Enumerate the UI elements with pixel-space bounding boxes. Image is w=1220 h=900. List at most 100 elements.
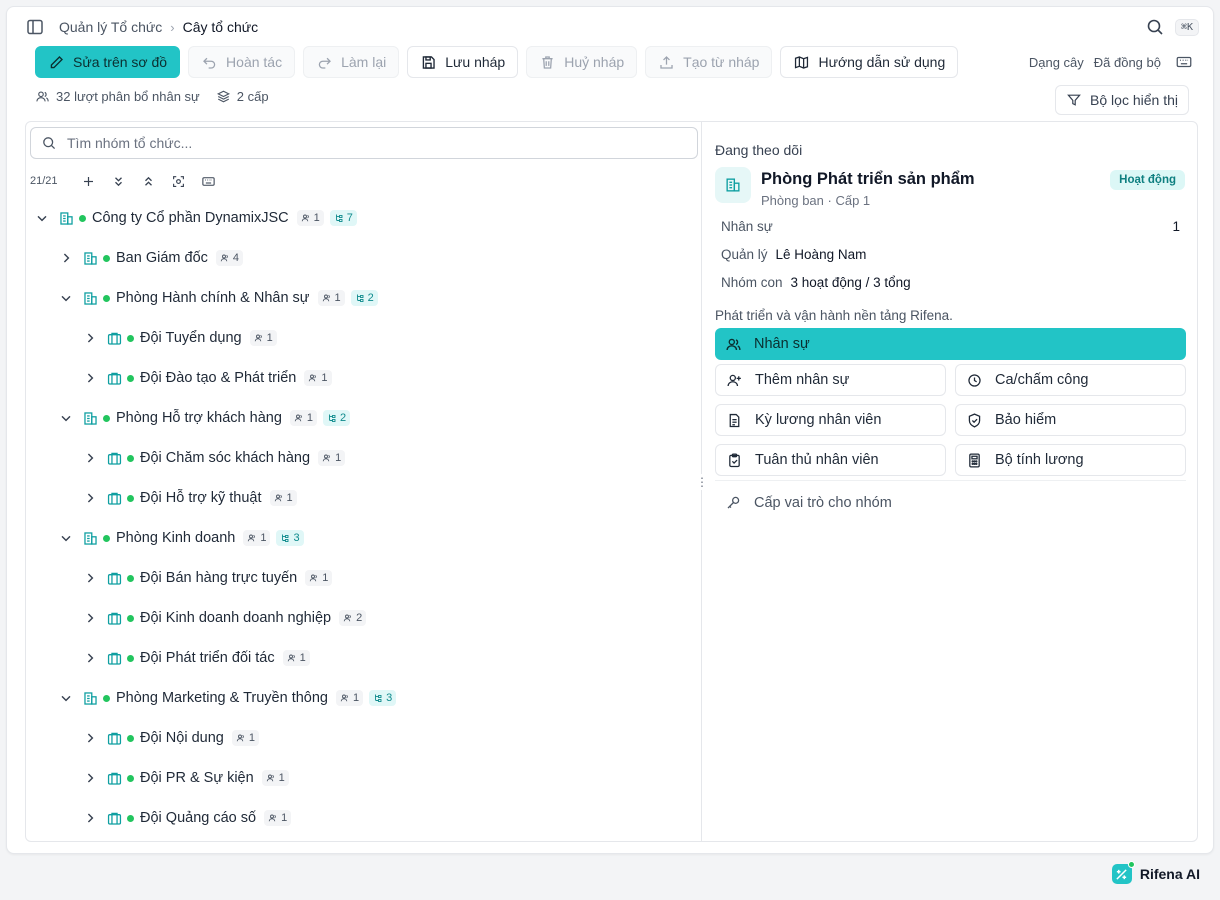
tree-row[interactable]: Đội Quảng cáo số 1 xyxy=(82,798,297,838)
tree-row[interactable]: Phòng Hỗ trợ khách hàng 1 2 xyxy=(58,398,356,438)
chevron-down-icon[interactable] xyxy=(58,410,74,426)
member-count-badge: 1 xyxy=(318,450,346,466)
department-description: Phát triển và vận hành nền tảng Rifena. xyxy=(715,308,953,323)
chevron-right-icon[interactable] xyxy=(82,450,98,466)
tree-toolbar: 21/21 xyxy=(30,169,224,193)
staff-value: 1 xyxy=(1172,219,1180,234)
tree-node-name: Đội Bán hàng trực tuyến xyxy=(140,570,298,586)
tree-node-name: Đội Hỗ trợ kỹ thuật xyxy=(140,490,262,506)
member-count-badge: 1 xyxy=(249,330,277,346)
tree-row[interactable]: Đội Phát triển đối tác 1 xyxy=(82,638,316,678)
subgroup-count: 2 xyxy=(340,412,347,424)
guide-button[interactable]: Hướng dẫn sử dụng xyxy=(780,46,959,78)
ai-assistant-button[interactable]: Rifena AI xyxy=(1111,861,1200,884)
manager-value: Lê Hoàng Nam xyxy=(775,247,867,262)
manager-label: Quản lý xyxy=(721,247,768,262)
chevron-down-icon[interactable] xyxy=(58,530,74,546)
expand-all-button[interactable] xyxy=(104,169,134,193)
staff-action-button[interactable]: Nhân sự xyxy=(715,328,1186,360)
active-status-dot xyxy=(79,214,86,222)
save-draft-button[interactable]: Lưu nháp xyxy=(407,46,519,78)
payroll-period-button[interactable]: Kỳ lương nhân viên xyxy=(715,404,946,436)
undo-button[interactable]: Hoàn tác xyxy=(188,46,296,78)
salary-calculator-button[interactable]: Bộ tính lương xyxy=(955,444,1186,476)
users-icon xyxy=(343,613,353,623)
tree-row[interactable]: Đội Hỗ trợ kỹ thuật 1 xyxy=(82,478,303,518)
briefcase-icon xyxy=(106,730,123,747)
attendance-button[interactable]: Ca/chấm công xyxy=(955,364,1186,396)
member-count: 1 xyxy=(321,372,328,384)
collapse-all-button[interactable] xyxy=(134,169,164,193)
chevron-right-icon[interactable] xyxy=(82,610,98,626)
redo-button[interactable]: Làm lại xyxy=(303,46,400,78)
tree-row[interactable]: Phòng Kinh doanh 1 3 xyxy=(58,518,310,558)
display-filter-button[interactable]: Bộ lọc hiển thị xyxy=(1055,85,1189,115)
member-count-badge: 1 xyxy=(231,730,259,746)
tree-node-name: Phòng Hỗ trợ khách hàng xyxy=(116,410,282,426)
tree-row[interactable]: Đội Đào tạo & Phát triển 1 xyxy=(82,358,338,398)
keyboard-shortcuts-button[interactable] xyxy=(194,169,224,193)
subgroup-count-badge: 3 xyxy=(276,530,304,546)
chevron-right-icon[interactable] xyxy=(82,730,98,746)
tree-row[interactable]: Đội PR & Sự kiện 1 xyxy=(82,758,295,798)
tree-row[interactable]: Phòng Hành chính & Nhân sự 1 2 xyxy=(58,278,384,318)
chevron-right-icon[interactable] xyxy=(82,490,98,506)
chevron-down-icon[interactable] xyxy=(34,210,50,226)
active-status-dot xyxy=(127,574,134,582)
create-from-draft-button[interactable]: Tạo từ nháp xyxy=(645,46,773,78)
user-plus-icon xyxy=(727,374,741,386)
users-icon xyxy=(220,253,230,263)
briefcase-icon xyxy=(106,610,123,627)
chevron-right-icon[interactable] xyxy=(82,570,98,586)
tree-row[interactable]: Đội Nội dung 1 xyxy=(82,718,265,758)
group-search-placeholder: Tìm nhóm tổ chức... xyxy=(67,135,193,151)
tree-row[interactable]: Đội Tuyển dụng 1 xyxy=(82,318,283,358)
chevron-right-icon[interactable] xyxy=(82,770,98,786)
active-status-dot xyxy=(103,534,110,542)
chevron-right-icon[interactable] xyxy=(82,810,98,826)
focus-button[interactable] xyxy=(164,169,194,193)
insurance-button[interactable]: Bảo hiểm xyxy=(955,404,1186,436)
chevron-down-icon[interactable] xyxy=(58,290,74,306)
member-count-badge: 1 xyxy=(289,410,318,426)
member-count: 1 xyxy=(299,652,306,664)
cancel-draft-button[interactable]: Huỷ nháp xyxy=(526,46,638,78)
tree-row[interactable]: Ban Giám đốc 4 xyxy=(58,238,249,278)
view-mode-label: Dạng cây xyxy=(1028,54,1084,70)
add-node-button[interactable] xyxy=(74,169,104,193)
upload-icon xyxy=(660,55,673,69)
users-icon xyxy=(266,773,276,783)
edit-on-chart-button[interactable]: Sửa trên sơ đồ xyxy=(35,46,181,78)
chevron-right-icon[interactable] xyxy=(82,370,98,386)
active-status-dot xyxy=(127,774,134,782)
sidebar-toggle-icon[interactable] xyxy=(25,17,45,37)
search-icon[interactable] xyxy=(1145,17,1165,37)
briefcase-icon xyxy=(106,450,123,467)
toolbar: Sửa trên sơ đồ Hoàn tác Làm lại Lưu nháp… xyxy=(35,45,1193,79)
subgroup-count: 2 xyxy=(367,292,374,304)
chevron-right-icon[interactable] xyxy=(82,650,98,666)
app-window: Quản lý Tổ chức › Cây tổ chức ⌘K Sửa trê… xyxy=(6,6,1214,854)
member-count: 1 xyxy=(313,212,320,224)
tree-row[interactable]: Công ty Cổ phần DynamixJSC 1 7 xyxy=(34,198,363,238)
manager-info-row: Quản lý Lê Hoàng Nam xyxy=(721,247,866,262)
add-staff-button[interactable]: Thêm nhân sự xyxy=(715,364,946,396)
save-icon xyxy=(422,55,435,69)
active-status-dot xyxy=(127,814,134,822)
subgroup-icon xyxy=(355,293,365,303)
users-icon xyxy=(36,91,49,102)
chevron-right-icon[interactable] xyxy=(58,250,74,266)
group-search-input[interactable]: Tìm nhóm tổ chức... xyxy=(30,127,698,159)
tree-row[interactable]: Đội Kinh doanh doanh nghiệp 2 xyxy=(82,598,372,638)
chevron-down-icon[interactable] xyxy=(58,690,74,706)
tree-row[interactable]: Đội Chăm sóc khách hàng 1 xyxy=(82,438,351,478)
chevron-right-icon[interactable] xyxy=(82,330,98,346)
tree-row[interactable]: Đội Bán hàng trực tuyến 1 xyxy=(82,558,338,598)
assign-role-link[interactable]: Cấp vai trò cho nhóm xyxy=(725,494,892,511)
building-icon xyxy=(82,690,99,707)
compliance-button[interactable]: Tuân thủ nhân viên xyxy=(715,444,946,476)
breadcrumb-parent[interactable]: Quản lý Tổ chức xyxy=(59,19,162,35)
keyboard-icon[interactable] xyxy=(1175,53,1193,71)
users-icon xyxy=(287,653,297,663)
tree-row[interactable]: Phòng Marketing & Truyền thông 1 3 xyxy=(58,678,402,718)
